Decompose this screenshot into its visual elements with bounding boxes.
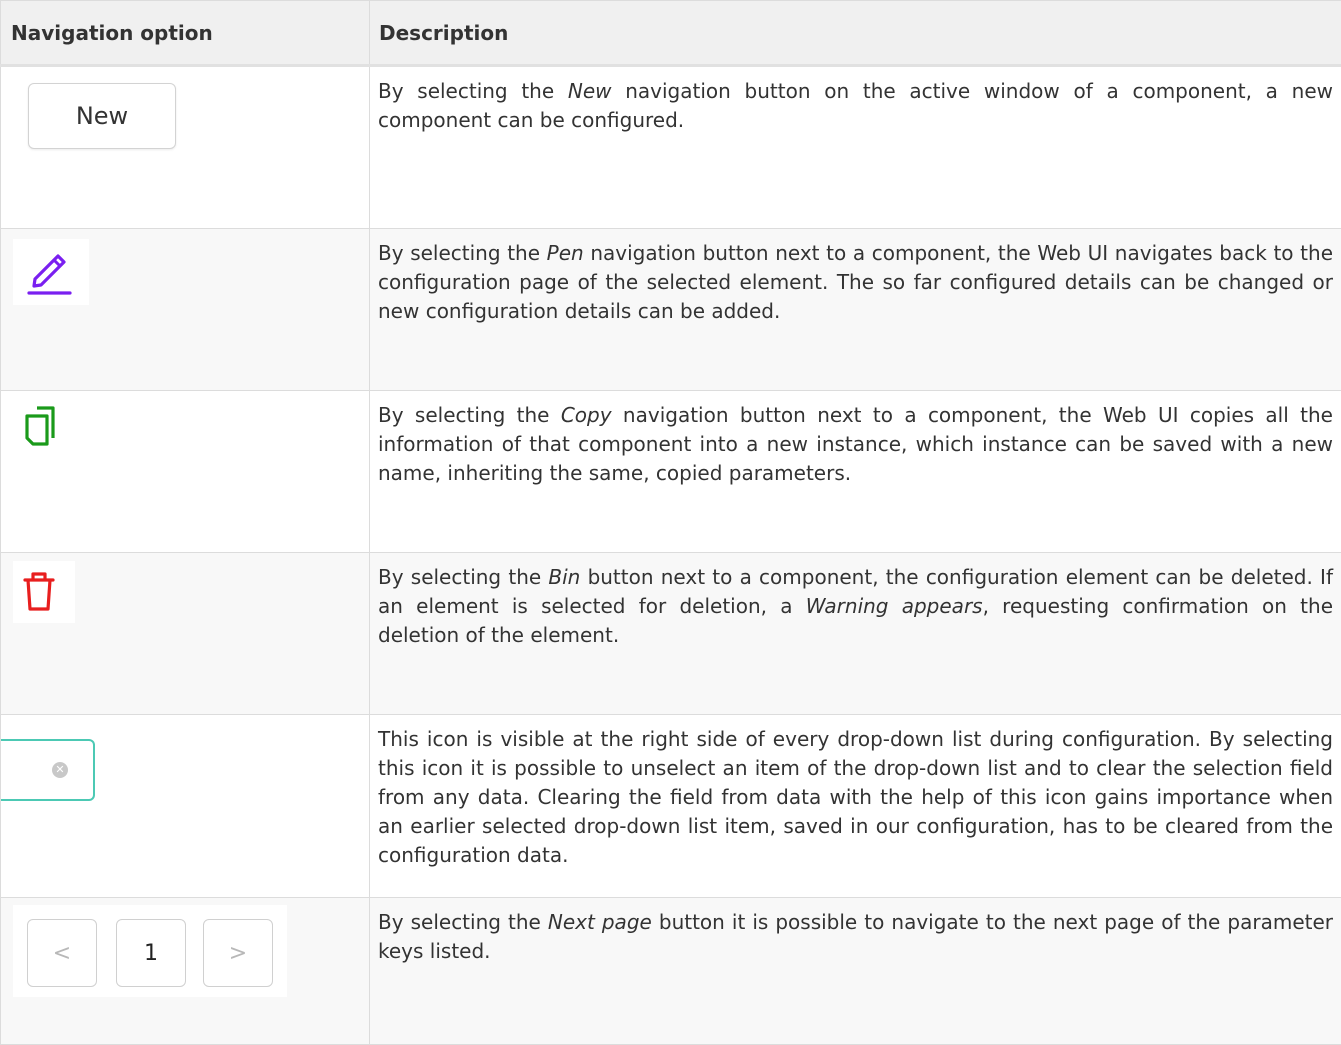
- desc-text: By selecting the: [378, 79, 568, 103]
- new-button[interactable]: New: [28, 83, 176, 149]
- header-navigation-option: Navigation option: [1, 1, 370, 66]
- description-cell: This icon is visible at the right side o…: [370, 715, 1341, 898]
- next-page-button[interactable]: >: [203, 919, 273, 987]
- pagination: < 1 >: [13, 905, 287, 997]
- option-cell: [1, 229, 370, 391]
- clear-selection-icon[interactable]: ✕: [52, 762, 68, 778]
- option-cell: [1, 553, 370, 715]
- desc-emphasis: Warning appears: [806, 594, 983, 618]
- navigation-options-table: Navigation option Description New By sel…: [0, 0, 1341, 1045]
- table-row: New By selecting the New navigation butt…: [1, 66, 1341, 229]
- option-cell: New: [1, 66, 370, 229]
- table-row: < 1 > By selecting the Next page button …: [1, 898, 1341, 1045]
- desc-text: By selecting the: [378, 565, 548, 589]
- option-cell: [1, 391, 370, 553]
- copy-icon[interactable]: [15, 405, 71, 455]
- desc-text: By selecting the: [378, 910, 548, 934]
- desc-emphasis: Copy: [561, 403, 612, 427]
- desc-text: By selecting the: [378, 403, 561, 427]
- description-cell: By selecting the New navigation button o…: [370, 66, 1341, 229]
- option-cell: < 1 >: [1, 898, 370, 1045]
- table-row: By selecting the Copy navigation button …: [1, 391, 1341, 553]
- page-number-button[interactable]: 1: [116, 919, 186, 987]
- description-cell: By selecting the Bin button next to a co…: [370, 553, 1341, 715]
- desc-emphasis: Pen: [547, 241, 584, 265]
- bin-icon[interactable]: [13, 561, 75, 623]
- description-cell: By selecting the Pen navigation button n…: [370, 229, 1341, 391]
- desc-text: By selecting the: [378, 241, 547, 265]
- table-header-row: Navigation option Description: [1, 1, 1341, 66]
- description-cell: By selecting the Copy navigation button …: [370, 391, 1341, 553]
- header-description: Description: [370, 1, 1341, 66]
- dropdown-field: ✕: [1, 739, 95, 801]
- desc-emphasis: Bin: [548, 565, 580, 589]
- previous-page-button[interactable]: <: [27, 919, 97, 987]
- desc-emphasis: New: [568, 79, 612, 103]
- table-row: By selecting the Pen navigation button n…: [1, 229, 1341, 391]
- table-row: By selecting the Bin button next to a co…: [1, 553, 1341, 715]
- description-cell: By selecting the Next page button it is …: [370, 898, 1341, 1045]
- desc-text: This icon is visible at the right side o…: [378, 727, 1333, 867]
- table-row: ✕ This icon is visible at the right side…: [1, 715, 1341, 898]
- desc-emphasis: Next page: [548, 910, 652, 934]
- pen-icon[interactable]: [13, 239, 89, 305]
- option-cell: ✕: [1, 715, 370, 898]
